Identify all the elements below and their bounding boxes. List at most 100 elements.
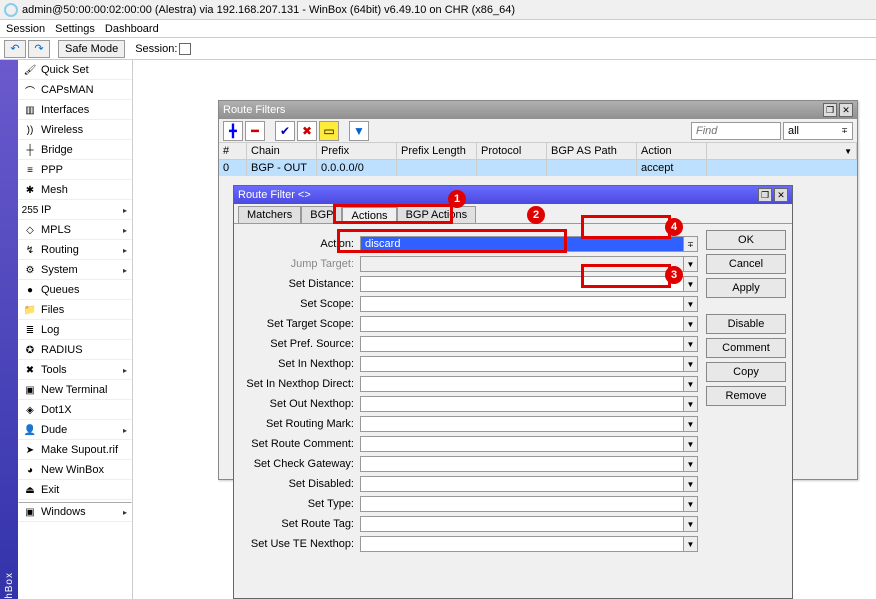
dialog-titlebar[interactable]: Route Filter <> ❐ ✕ [234, 186, 792, 204]
remove-button[interactable]: ━ [245, 121, 265, 141]
sidebar-item-label: PPP [41, 164, 63, 176]
sidebar-icon: ┼ [23, 143, 37, 157]
sidebar-item-exit[interactable]: ⏏Exit [18, 480, 132, 500]
col-prefix[interactable]: Prefix [317, 143, 397, 159]
sidebar-item-interfaces[interactable]: ▥Interfaces [18, 100, 132, 120]
menu-settings[interactable]: Settings [55, 23, 95, 35]
field-set-check-gateway: Set Check Gateway:▼ [240, 456, 698, 472]
sidebar-item-log[interactable]: ≣Log [18, 320, 132, 340]
sidebar-icon: ↯ [23, 243, 37, 257]
sidebar-item-dude[interactable]: 👤Dude▸ [18, 420, 132, 440]
col-protocol[interactable]: Protocol [477, 143, 547, 159]
filter-button[interactable]: ▼ [349, 121, 369, 141]
undo-button[interactable]: ↶ [4, 40, 26, 58]
sidebar-item-dot1x[interactable]: ◈Dot1X [18, 400, 132, 420]
sidebar-item-mpls[interactable]: ◇MPLS▸ [18, 220, 132, 240]
dropdown-icon[interactable]: ▼ [684, 376, 698, 392]
comment-button[interactable]: Comment [706, 338, 786, 358]
sidebar-item-label: Log [41, 324, 59, 336]
field-set-route-comment: Set Route Comment:▼ [240, 436, 698, 452]
dropdown-icon[interactable]: ▼ [684, 516, 698, 532]
sidebar-item-routing[interactable]: ↯Routing▸ [18, 240, 132, 260]
sidebar-item-wireless[interactable]: ))Wireless [18, 120, 132, 140]
dropdown-icon[interactable]: ∓ [684, 236, 698, 252]
menu-session[interactable]: Session [6, 23, 45, 35]
tab-bgp-actions[interactable]: BGP Actions [397, 206, 477, 223]
dropdown-icon[interactable]: ▼ [684, 416, 698, 432]
ok-button[interactable]: OK [706, 230, 786, 250]
field-set-disabled: Set Disabled:▼ [240, 476, 698, 492]
sidebar-icon: ⏏ [23, 483, 37, 497]
find-input[interactable] [691, 122, 781, 140]
restore-icon[interactable]: ❐ [823, 103, 837, 117]
apply-button[interactable]: Apply [706, 278, 786, 298]
sidebar-item-new-terminal[interactable]: ▣New Terminal [18, 380, 132, 400]
table-row[interactable]: 0 BGP - OUT 0.0.0.0/0 accept [219, 160, 857, 176]
tab-matchers[interactable]: Matchers [238, 206, 301, 223]
col-chain[interactable]: Chain [247, 143, 317, 159]
dropdown-icon[interactable]: ▼ [684, 276, 698, 292]
field-set-in-nexthop: Set In Nexthop:▼ [240, 356, 698, 372]
dropdown-icon[interactable]: ▼ [684, 316, 698, 332]
tab-actions[interactable]: Actions [342, 207, 396, 224]
dropdown-icon[interactable]: ▼ [684, 456, 698, 472]
dropdown-icon[interactable]: ▼ [684, 296, 698, 312]
sidebar-item-radius[interactable]: ✪RADIUS [18, 340, 132, 360]
session-label: Session: [135, 43, 191, 55]
dropdown-icon[interactable]: ▼ [684, 396, 698, 412]
sidebar-icon: ▣ [23, 505, 37, 519]
safe-mode-button[interactable]: Safe Mode [58, 40, 125, 58]
add-button[interactable]: ╋ [223, 121, 243, 141]
sidebar-item-tools[interactable]: ✖Tools▸ [18, 360, 132, 380]
tab-bgp[interactable]: BGP [301, 206, 342, 223]
dropdown-icon[interactable]: ▼ [684, 436, 698, 452]
sidebar-icon: ▣ [23, 383, 37, 397]
sidebar-item-label: IP [41, 204, 51, 216]
sidebar-item-new-winbox[interactable]: ◕New WinBox [18, 460, 132, 480]
redo-button[interactable]: ↷ [28, 40, 50, 58]
restore-icon[interactable]: ❐ [758, 188, 772, 202]
sidebar-item-mesh[interactable]: ✱Mesh [18, 180, 132, 200]
sidebar-item-make-supout-rif[interactable]: ➤Make Supout.rif [18, 440, 132, 460]
filter-all-dropdown[interactable]: all∓ [783, 122, 853, 140]
dropdown-icon[interactable]: ▼ [684, 336, 698, 352]
copy-button[interactable]: Copy [706, 362, 786, 382]
close-icon[interactable]: ✕ [774, 188, 788, 202]
col-action[interactable]: Action [637, 143, 707, 159]
field-set-pref-source: Set Pref. Source:▼ [240, 336, 698, 352]
sidebar-item-files[interactable]: 📁Files [18, 300, 132, 320]
sidebar-item-system[interactable]: ⚙System▸ [18, 260, 132, 280]
sidebar-item-quick-set[interactable]: 🖌Quick Set [18, 60, 132, 80]
sidebar-icon: 255 [23, 203, 37, 217]
disable-button[interactable]: ✖ [297, 121, 317, 141]
dropdown-icon[interactable]: ▼ [684, 356, 698, 372]
enable-button[interactable]: ✔ [275, 121, 295, 141]
sidebar-item-ppp[interactable]: ≡PPP [18, 160, 132, 180]
sidebar-item-capsman[interactable]: ⌒CAPsMAN [18, 80, 132, 100]
session-box[interactable] [179, 43, 191, 55]
dropdown-icon[interactable]: ▼ [684, 476, 698, 492]
dropdown-icon[interactable]: ▼ [684, 536, 698, 552]
menu-dashboard[interactable]: Dashboard [105, 23, 159, 35]
dropdown-icon[interactable]: ▼ [684, 496, 698, 512]
sidebar-item-queues[interactable]: ●Queues [18, 280, 132, 300]
cancel-button[interactable]: Cancel [706, 254, 786, 274]
field-set-routing-mark: Set Routing Mark:▼ [240, 416, 698, 432]
field-set-target-scope: Set Target Scope:▼ [240, 316, 698, 332]
disable-button[interactable]: Disable [706, 314, 786, 334]
sidebar-item-label: Windows [41, 506, 86, 518]
route-filters-titlebar[interactable]: Route Filters ❐ ✕ [219, 101, 857, 119]
sidebar-icon: ▥ [23, 103, 37, 117]
sidebar-item-ip[interactable]: 255IP▸ [18, 200, 132, 220]
col-num[interactable]: # [219, 143, 247, 159]
comment-button[interactable]: ▭ [319, 121, 339, 141]
badge-1: 1 [448, 190, 466, 208]
remove-button[interactable]: Remove [706, 386, 786, 406]
sidebar-item-bridge[interactable]: ┼Bridge [18, 140, 132, 160]
dropdown-icon[interactable]: ▼ [684, 256, 698, 272]
col-prefix-length[interactable]: Prefix Length [397, 143, 477, 159]
close-icon[interactable]: ✕ [839, 103, 853, 117]
sidebar-item-windows[interactable]: ▣Windows▸ [18, 502, 132, 522]
col-bgp-as-path[interactable]: BGP AS Path [547, 143, 637, 159]
action-input[interactable]: discard [360, 236, 684, 252]
